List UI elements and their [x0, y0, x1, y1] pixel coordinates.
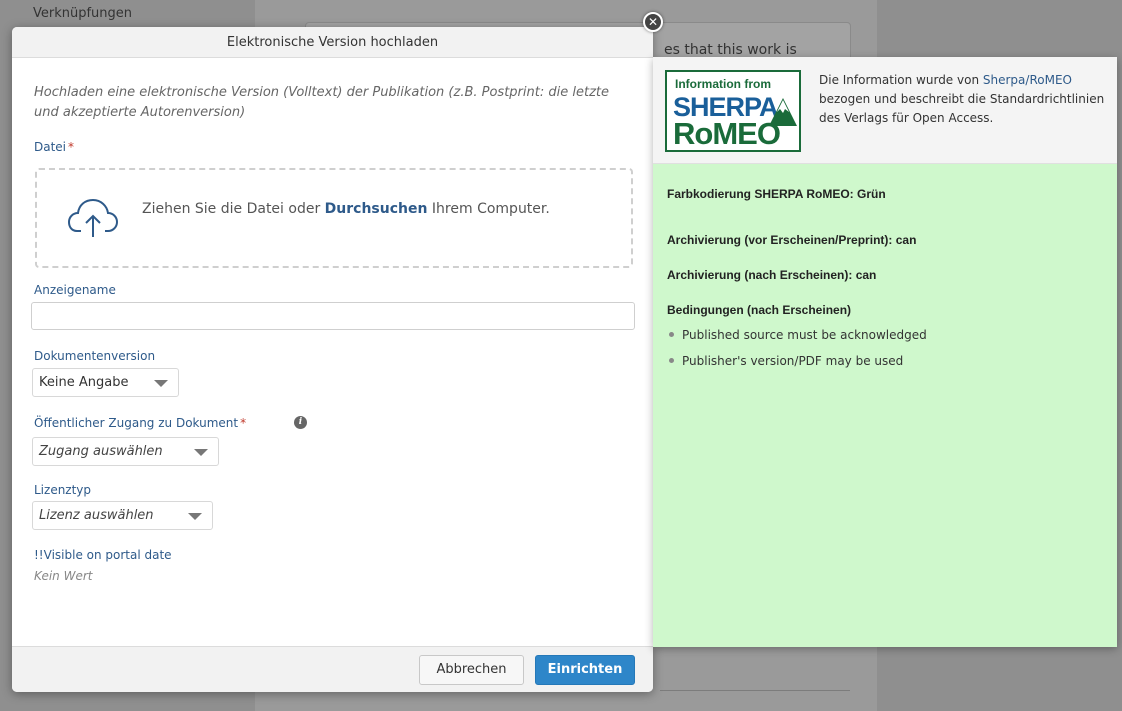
doc-version-label: Dokumentenversion	[34, 349, 156, 363]
bullet-icon	[669, 358, 674, 363]
access-label: Öffentlicher Zugang zu Dokument *	[34, 416, 246, 430]
romeo-pre-archiving: Archivierung (vor Erscheinen/Preprint): …	[667, 233, 917, 247]
dialog-body: Hochladen eine elektronische Version (Vo…	[12, 58, 653, 646]
romeo-description: Die Information wurde von Sherpa/RoMEO b…	[819, 71, 1109, 128]
romeo-details: Farbkodierung SHERPA RoMEO: Grün Archivi…	[653, 164, 1117, 647]
chevron-down-icon	[154, 380, 168, 387]
required-marker: *	[240, 416, 247, 430]
browse-link[interactable]: Durchsuchen	[325, 201, 428, 217]
romeo-conditions-title: Bedingungen (nach Erscheinen)	[667, 303, 852, 317]
sherpa-romeo-link[interactable]: Sherpa/RoMEO	[983, 73, 1072, 87]
dropzone-text-after: Ihrem Computer.	[431, 201, 550, 217]
license-select[interactable]: Lizenz auswählen	[32, 501, 213, 530]
condition-text: Published source must be acknowledged	[682, 328, 927, 342]
bullet-icon	[669, 332, 674, 337]
display-name-label: Anzeigename	[34, 283, 116, 297]
dialog-title: Elektronische Version hochladen	[12, 27, 653, 58]
license-value: Lizenz auswählen	[39, 508, 154, 523]
license-label: Lizenztyp	[34, 483, 92, 497]
access-value: Zugang auswählen	[39, 444, 163, 459]
file-dropzone[interactable]: Ziehen Sie die Datei oder Durchsuchen Ih…	[35, 168, 633, 268]
romeo-desc-part2: bezogen und beschreibt die Standardricht…	[819, 92, 1105, 125]
dropzone-text: Ziehen Sie die Datei oder Durchsuchen Ih…	[142, 201, 550, 217]
logo-line-3: RoMEO	[673, 116, 781, 151]
cloud-upload-icon	[67, 198, 119, 237]
cancel-button[interactable]: Abbrechen	[419, 655, 524, 685]
background-divider	[660, 690, 850, 691]
romeo-header: Information from SHERPA RoMEO Die Inform…	[653, 57, 1117, 164]
romeo-color-coding: Farbkodierung SHERPA RoMEO: Grün	[667, 187, 886, 201]
access-label-text: Öffentlicher Zugang zu Dokument	[34, 416, 239, 430]
chevron-down-icon	[194, 449, 208, 456]
logo-line-1: Information from	[675, 77, 771, 91]
romeo-desc-part1: Die Information wurde von	[819, 73, 980, 87]
sherpa-romeo-logo: Information from SHERPA RoMEO	[665, 70, 801, 152]
file-label: Datei *	[34, 140, 74, 154]
submit-button[interactable]: Einrichten	[535, 655, 635, 685]
sherpa-romeo-panel: Information from SHERPA RoMEO Die Inform…	[653, 57, 1117, 647]
condition-text: Publisher's version/PDF may be used	[682, 354, 904, 368]
upload-dialog: Elektronische Version hochladen Hochlade…	[12, 27, 653, 692]
background-links-label: Verknüpfungen	[33, 6, 133, 21]
dropzone-text-before: Ziehen Sie die Datei oder	[142, 201, 321, 217]
mountain-icon	[769, 98, 797, 126]
romeo-post-archiving: Archivierung (nach Erscheinen): can	[667, 268, 877, 282]
access-select[interactable]: Zugang auswählen	[32, 437, 219, 466]
list-item: Publisher's version/PDF may be used	[669, 354, 903, 368]
required-marker: *	[68, 140, 75, 154]
doc-version-select[interactable]: Keine Angabe	[32, 368, 179, 397]
list-item: Published source must be acknowledged	[669, 328, 927, 342]
intro-text: Hochladen eine elektronische Version (Vo…	[34, 85, 609, 120]
file-label-text: Datei	[34, 140, 67, 154]
visible-date-value: Kein Wert	[34, 569, 93, 583]
display-name-input[interactable]	[31, 302, 635, 330]
dialog-footer: Abbrechen Einrichten	[12, 646, 653, 692]
doc-version-value: Keine Angabe	[39, 375, 129, 390]
info-icon[interactable]: i	[294, 416, 307, 429]
background-peek-text: es that this work is	[664, 42, 797, 58]
visible-date-label: !!Visible on portal date	[34, 548, 172, 562]
close-icon[interactable]: ✕	[643, 12, 663, 32]
chevron-down-icon	[188, 513, 202, 520]
